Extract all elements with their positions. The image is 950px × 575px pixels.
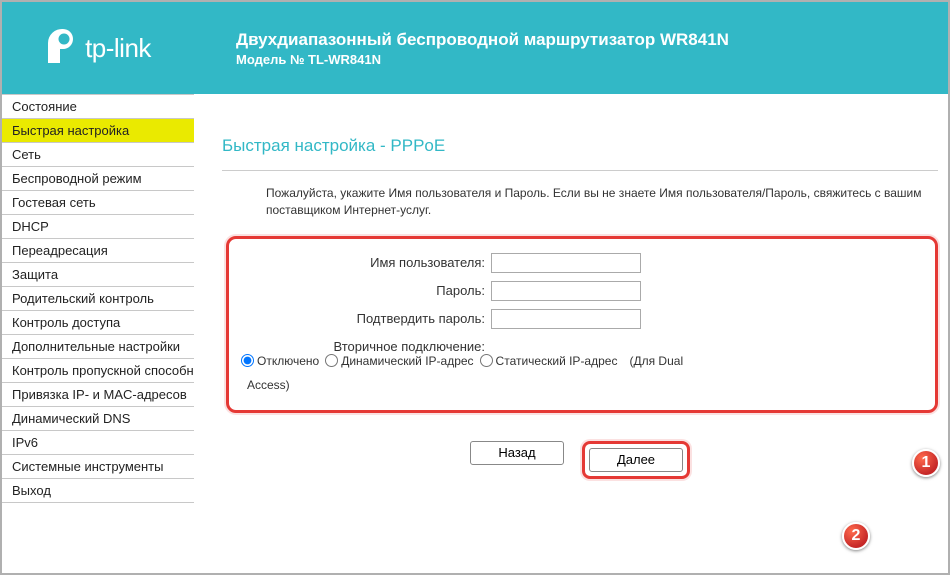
sidebar-item-4[interactable]: Гостевая сеть [2,191,194,215]
sidebar-item-2[interactable]: Сеть [2,143,194,167]
header-titles: Двухдиапазонный беспроводной маршрутизат… [194,30,729,67]
confirm-password-input[interactable] [491,309,641,329]
secondary-connection-label: Вторичное подключение: [241,339,491,354]
sidebar-item-10[interactable]: Дополнительные настройки [2,335,194,359]
header: tp-link Двухдиапазонный беспроводной мар… [2,2,948,94]
radio-static-ip[interactable]: Статический IP-адрес [480,354,618,368]
instruction-text: Пожалуйста, укажите Имя пользователя и П… [266,185,938,220]
nav-buttons: Назад Далее [222,441,938,479]
radio-dynamic-ip[interactable]: Динамический IP-адрес [325,354,473,368]
page-title: Быстрая настройка - PPPoE [222,136,938,156]
logo-text: tp-link [85,33,151,64]
sidebar: СостояниеБыстрая настройкаСетьБеспроводн… [2,94,194,573]
sidebar-item-14[interactable]: IPv6 [2,431,194,455]
sidebar-item-0[interactable]: Состояние [2,94,194,119]
next-button-highlight: Далее [582,441,690,479]
password-label: Пароль: [241,283,491,298]
next-button[interactable]: Далее [589,448,683,472]
sidebar-item-16[interactable]: Выход [2,479,194,503]
password-input[interactable] [491,281,641,301]
product-title: Двухдиапазонный беспроводной маршрутизат… [236,30,729,50]
sidebar-item-8[interactable]: Родительский контроль [2,287,194,311]
sidebar-item-15[interactable]: Системные инструменты [2,455,194,479]
sidebar-item-12[interactable]: Привязка IP- и MAC-адресов [2,383,194,407]
radio-static-input[interactable] [480,354,493,367]
radio-dynamic-input[interactable] [325,354,338,367]
credentials-form-highlight: Имя пользователя: Пароль: Подтвердить па… [226,236,938,413]
confirm-password-label: Подтвердить пароль: [241,311,491,326]
sidebar-item-7[interactable]: Защита [2,263,194,287]
radio-disabled-label: Отключено [257,354,319,368]
divider [222,170,938,171]
annotation-badge-1: 1 [912,449,940,477]
username-input[interactable] [491,253,641,273]
annotation-badge-2: 2 [842,522,870,550]
content-area: Быстрая настройка - PPPoE Пожалуйста, ук… [194,94,948,573]
radio-disabled[interactable]: Отключено [241,354,319,368]
tp-link-logo-icon [45,27,79,70]
dual-access-text: Access) [247,378,923,392]
sidebar-item-13[interactable]: Динамический DNS [2,407,194,431]
back-button[interactable]: Назад [470,441,564,465]
radio-dynamic-label: Динамический IP-адрес [341,354,473,368]
sidebar-item-11[interactable]: Контроль пропускной способности [2,359,194,383]
sidebar-item-5[interactable]: DHCP [2,215,194,239]
sidebar-item-9[interactable]: Контроль доступа [2,311,194,335]
dual-suffix: (Для Dual [629,354,683,368]
radio-static-label: Статический IP-адрес [496,354,618,368]
product-model: Модель № TL-WR841N [236,52,729,67]
sidebar-item-1[interactable]: Быстрая настройка [2,119,194,143]
sidebar-item-6[interactable]: Переадресация [2,239,194,263]
username-label: Имя пользователя: [241,255,491,270]
logo-area: tp-link [2,2,194,94]
sidebar-item-3[interactable]: Беспроводной режим [2,167,194,191]
radio-disabled-input[interactable] [241,354,254,367]
